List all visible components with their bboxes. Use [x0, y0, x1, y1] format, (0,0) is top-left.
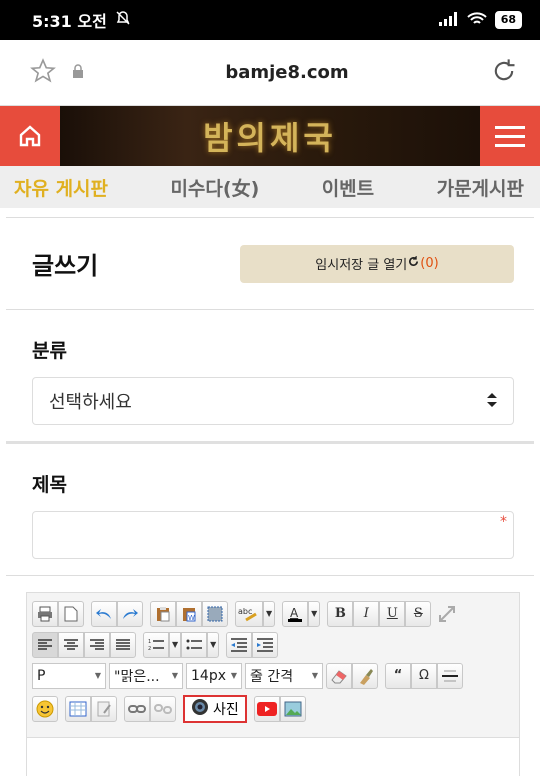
font-color-icon[interactable]: A: [282, 600, 309, 627]
format-select[interactable]: P ▼: [32, 662, 106, 689]
image-icon[interactable]: [279, 695, 306, 722]
camera-icon: [191, 698, 209, 720]
category-select[interactable]: 선택하세요: [32, 377, 514, 425]
indent-icon[interactable]: [252, 631, 279, 658]
write-header: 글쓰기 임시저장 글 열기 (0): [6, 218, 534, 310]
underline-button[interactable]: U: [379, 600, 406, 627]
link-icon[interactable]: [124, 695, 150, 722]
status-bar: 5:31 오전 68: [0, 0, 540, 40]
category-section: 분류 선택하세요: [6, 310, 534, 444]
editor-content-area[interactable]: [26, 738, 520, 776]
font-color-dropdown[interactable]: ▼: [308, 600, 321, 627]
required-mark: *: [500, 514, 507, 530]
eraser-icon[interactable]: [326, 662, 352, 689]
insert-photo-button[interactable]: 사진: [183, 694, 247, 723]
svg-text:2: 2: [148, 646, 151, 652]
blockquote-button[interactable]: “: [385, 662, 411, 689]
paste-icon[interactable]: [150, 600, 176, 627]
tab-free-board[interactable]: 자유 게시판: [14, 174, 108, 201]
refresh-icon: [408, 256, 419, 271]
align-center-icon[interactable]: [58, 631, 84, 658]
subject-section: 제목 *: [6, 444, 534, 576]
photo-label: 사진: [213, 701, 239, 718]
dropdown-arrow-icon[interactable]: ▼: [263, 600, 276, 627]
svg-text:abc: abc: [238, 607, 252, 616]
strikethrough-button[interactable]: S: [405, 600, 432, 627]
horizontal-rule-icon[interactable]: [437, 662, 463, 689]
special-char-button[interactable]: Ω: [411, 662, 437, 689]
lock-icon: [72, 63, 84, 82]
line-height-value: 줄 간격: [250, 668, 294, 685]
select-all-icon[interactable]: [202, 600, 228, 627]
wifi-icon: [466, 11, 487, 30]
status-time: 5:31 오전: [32, 12, 107, 31]
battery-indicator: 68: [494, 11, 522, 29]
page-title: 글쓰기: [32, 252, 99, 280]
divider: [6, 208, 534, 218]
open-draft-button[interactable]: 임시저장 글 열기 (0): [240, 244, 514, 283]
maximize-icon[interactable]: [434, 601, 460, 627]
spellcheck-icon[interactable]: abc: [235, 600, 263, 627]
ordered-list-dropdown[interactable]: ▼: [169, 631, 182, 658]
reload-icon[interactable]: [490, 57, 518, 89]
category-selected: 선택하세요: [49, 392, 132, 413]
draft-count: (0): [420, 256, 439, 271]
svg-text:A: A: [290, 606, 299, 620]
template-icon[interactable]: [91, 695, 117, 722]
tab-event[interactable]: 이벤트: [322, 174, 374, 201]
home-button[interactable]: [0, 106, 60, 166]
category-label: 분류: [32, 340, 67, 362]
align-left-icon[interactable]: [32, 631, 58, 658]
emoticon-icon[interactable]: [32, 695, 58, 722]
menu-button[interactable]: [480, 106, 540, 166]
new-document-icon[interactable]: [58, 600, 84, 627]
align-right-icon[interactable]: [84, 631, 110, 658]
draft-label: 임시저장 글 열기: [315, 258, 408, 273]
svg-text:1: 1: [148, 639, 151, 645]
font-family-value: "맑은...: [114, 668, 160, 685]
unordered-list-icon[interactable]: [181, 631, 208, 658]
paste-word-icon[interactable]: W: [176, 600, 202, 627]
align-justify-icon[interactable]: [110, 631, 136, 658]
svg-text:W: W: [188, 614, 195, 622]
dnd-icon: [115, 10, 131, 30]
print-icon[interactable]: [32, 600, 58, 627]
subject-input[interactable]: *: [32, 511, 514, 559]
bold-button[interactable]: B: [327, 600, 354, 627]
ordered-list-icon[interactable]: 12: [143, 631, 169, 658]
undo-icon[interactable]: [91, 600, 117, 627]
site-logo[interactable]: 밤의제국: [60, 106, 480, 166]
site-banner: 밤의제국: [0, 106, 540, 166]
tab-misuda[interactable]: 미수다(女): [170, 174, 259, 201]
format-value: P: [37, 667, 46, 684]
font-family-select[interactable]: "맑은... ▼: [109, 662, 183, 689]
browser-address-bar: bamje8.com: [0, 40, 540, 106]
line-height-select[interactable]: 줄 간격 ▼: [245, 662, 323, 689]
font-size-value: 14px: [191, 667, 226, 684]
format-painter-icon[interactable]: [352, 662, 378, 689]
redo-icon[interactable]: [117, 600, 143, 627]
bookmark-star-icon[interactable]: [30, 57, 56, 88]
editor-toolbar: W abc ▼ A ▼ B I U S 12 ▼ ▼ P ▼ "맑은... ▼ …: [26, 592, 520, 738]
youtube-icon[interactable]: [253, 695, 280, 722]
subject-label: 제목: [32, 474, 67, 496]
font-size-select[interactable]: 14px ▼: [186, 662, 242, 689]
unordered-list-dropdown[interactable]: ▼: [207, 631, 220, 658]
outdent-icon[interactable]: [226, 631, 253, 658]
signal-icon: [438, 11, 459, 30]
home-icon: [19, 125, 41, 147]
board-tabs: 자유 게시판 미수다(女) 이벤트 가문게시판: [0, 166, 540, 208]
tab-family-board[interactable]: 가문게시판: [437, 174, 524, 201]
italic-button[interactable]: I: [353, 600, 380, 627]
unlink-icon[interactable]: [150, 695, 176, 722]
sort-arrows-icon: [487, 391, 497, 412]
table-icon[interactable]: [65, 695, 91, 722]
page-url[interactable]: bamje8.com: [225, 62, 348, 83]
